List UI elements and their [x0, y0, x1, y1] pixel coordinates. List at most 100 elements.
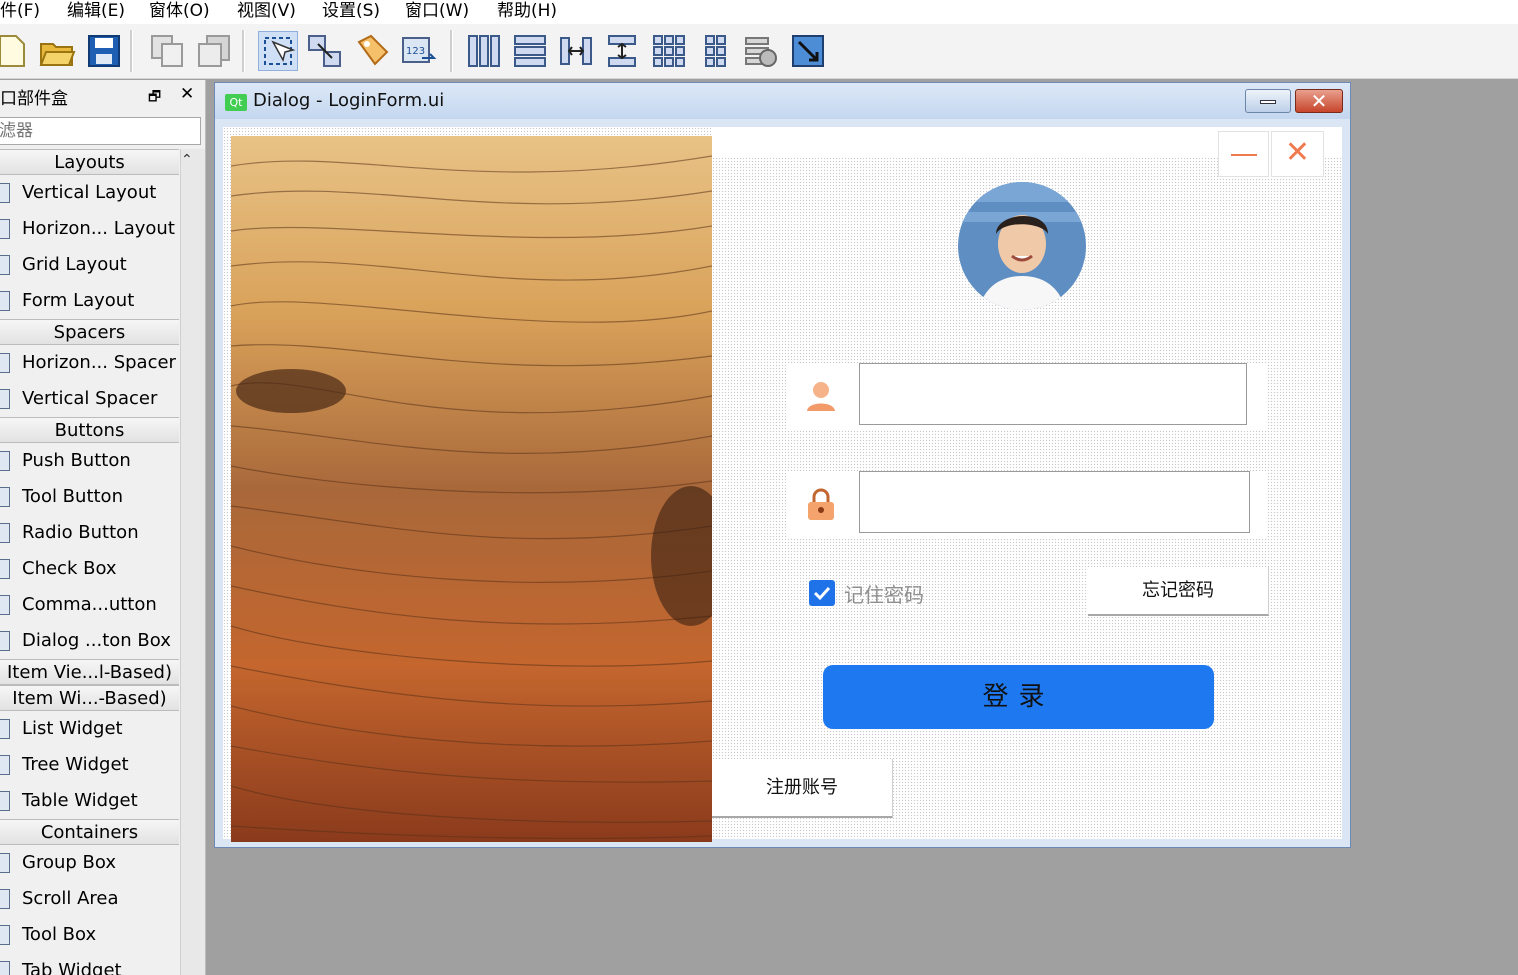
toolbar-separator — [450, 30, 453, 72]
list-widget-icon — [0, 719, 10, 739]
widget-item[interactable]: Vertical Layout — [0, 175, 179, 211]
toolbar-separator — [242, 30, 245, 72]
dialog-close-button[interactable]: ✕ — [1295, 89, 1343, 113]
menu-form[interactable]: 窗体(O) — [149, 0, 210, 22]
close-dock-icon[interactable]: ✕ — [180, 84, 194, 104]
layout-vertical-icon[interactable] — [511, 32, 549, 70]
widget-item[interactable]: Radio Button — [0, 515, 179, 551]
tool-button-icon — [0, 487, 10, 507]
widget-item[interactable]: Group Box — [0, 845, 179, 881]
edit-tab-order-icon[interactable]: 123 — [400, 32, 438, 70]
edit-widgets-icon[interactable] — [258, 31, 298, 71]
widget-item[interactable]: Form Layout — [0, 283, 179, 319]
login-panel: ✕ 记住密码 忘记密码 登录 注册账号 — [712, 127, 1342, 839]
widget-item[interactable]: Horizon... Layout — [0, 211, 179, 247]
user-icon — [807, 382, 835, 411]
remember-checkbox[interactable] — [809, 580, 835, 606]
widget-list: Layouts Vertical Layout Horizon... Layou… — [0, 149, 179, 975]
minimize-icon — [1231, 154, 1257, 156]
widget-item[interactable]: Tool Button — [0, 479, 179, 515]
vertical-spacer-icon — [0, 389, 10, 409]
username-input[interactable] — [859, 363, 1247, 425]
category-spacers[interactable]: Spacers — [0, 319, 179, 345]
radio-button-icon — [0, 523, 10, 543]
widget-item[interactable]: Table Widget — [0, 783, 179, 819]
category-layouts[interactable]: Layouts — [0, 149, 179, 175]
dialog-button-box-icon — [0, 631, 10, 651]
widget-box-panel: 口部件盒 🗗 ✕ ⌃ Layouts Vertical Layout Horiz… — [0, 80, 206, 975]
menu-window[interactable]: 窗口(W) — [405, 0, 469, 22]
lock-icon — [808, 488, 834, 520]
widget-item[interactable]: Vertical Spacer — [0, 381, 179, 417]
widget-item[interactable]: List Widget — [0, 711, 179, 747]
dialog-title-bar[interactable]: Qt Dialog - LoginForm.ui ✕ — [215, 83, 1350, 119]
widget-item[interactable]: Tab Widget — [0, 953, 179, 975]
scroll-area-icon — [0, 889, 10, 909]
menu-bar: 件(F) 编辑(E) 窗体(O) 视图(V) 设置(S) 窗口(W) 帮助(H) — [0, 0, 1518, 24]
password-input[interactable] — [859, 471, 1250, 533]
group-box-icon — [0, 853, 10, 873]
avatar — [958, 182, 1086, 310]
qt-logo-icon: Qt — [225, 94, 247, 111]
category-buttons[interactable]: Buttons — [0, 417, 179, 443]
filter-input[interactable] — [0, 117, 201, 145]
widget-item[interactable]: Comma...utton — [0, 587, 179, 623]
form-layout-icon — [0, 291, 10, 311]
check-box-icon — [0, 559, 10, 579]
layout-vertical-splitter-icon[interactable] — [603, 32, 641, 70]
paste-icon[interactable] — [195, 32, 233, 70]
widget-item[interactable]: Push Button — [0, 443, 179, 479]
vertical-layout-icon — [0, 183, 10, 203]
widget-item[interactable]: Dialog ...ton Box — [0, 623, 179, 659]
widget-box-scrollbar[interactable] — [180, 149, 205, 975]
layout-horizontal-splitter-icon[interactable] — [557, 32, 595, 70]
widget-box-title: 口部件盒 — [0, 89, 68, 109]
svg-text:123: 123 — [406, 46, 425, 57]
form-canvas: ✕ 记住密码 忘记密码 登录 注册账号 — [223, 127, 1342, 842]
break-layout-icon[interactable] — [742, 32, 780, 70]
widget-item[interactable]: Check Box — [0, 551, 179, 587]
forgot-password-button[interactable]: 忘记密码 — [1088, 567, 1269, 616]
toolbar: 123 — [0, 24, 1518, 79]
category-item-views[interactable]: Item Vie...l-Based) — [0, 659, 179, 685]
dialog-frame: ✕ 记住密码 忘记密码 登录 注册账号 — [215, 119, 1350, 847]
dialog-title: Dialog - LoginForm.ui — [253, 90, 445, 111]
widget-item[interactable]: Grid Layout — [0, 247, 179, 283]
adjust-size-icon[interactable] — [789, 32, 827, 70]
minimize-icon — [1260, 100, 1276, 104]
register-button[interactable]: 注册账号 — [712, 759, 893, 818]
password-row — [788, 471, 1266, 537]
menu-help[interactable]: 帮助(H) — [497, 0, 557, 22]
new-file-icon[interactable] — [0, 32, 30, 70]
category-item-widgets[interactable]: Item Wi...-Based) — [0, 685, 179, 711]
scroll-up-icon[interactable]: ⌃ — [181, 152, 193, 168]
edit-signals-slots-icon[interactable] — [306, 32, 344, 70]
menu-file[interactable]: 件(F) — [0, 0, 40, 22]
username-row — [788, 363, 1266, 429]
push-button-icon — [0, 451, 10, 471]
widget-item[interactable]: Tool Box — [0, 917, 179, 953]
open-folder-icon[interactable] — [38, 32, 76, 70]
edit-buddies-icon[interactable] — [353, 32, 391, 70]
minimize-button[interactable] — [1218, 131, 1269, 177]
login-button[interactable]: 登录 — [823, 665, 1214, 729]
dialog-minimize-button[interactable] — [1245, 89, 1291, 113]
horizontal-layout-icon — [0, 219, 10, 239]
float-dock-icon[interactable]: 🗗 — [148, 86, 161, 110]
save-icon[interactable] — [85, 32, 123, 70]
close-button[interactable]: ✕ — [1271, 131, 1324, 177]
layout-form-icon[interactable] — [696, 32, 734, 70]
widget-item[interactable]: Scroll Area — [0, 881, 179, 917]
menu-view[interactable]: 视图(V) — [237, 0, 296, 22]
horizontal-spacer-icon — [0, 353, 10, 373]
widget-item[interactable]: Tree Widget — [0, 747, 179, 783]
tab-widget-icon — [0, 961, 10, 975]
copy-icon[interactable] — [148, 32, 186, 70]
menu-edit[interactable]: 编辑(E) — [67, 0, 125, 22]
menu-settings[interactable]: 设置(S) — [322, 0, 380, 22]
widget-item[interactable]: Horizon... Spacer — [0, 345, 179, 381]
layout-horizontal-icon[interactable] — [465, 32, 503, 70]
layout-grid-icon[interactable] — [650, 32, 688, 70]
tree-widget-icon — [0, 755, 10, 775]
category-containers[interactable]: Containers — [0, 819, 179, 845]
